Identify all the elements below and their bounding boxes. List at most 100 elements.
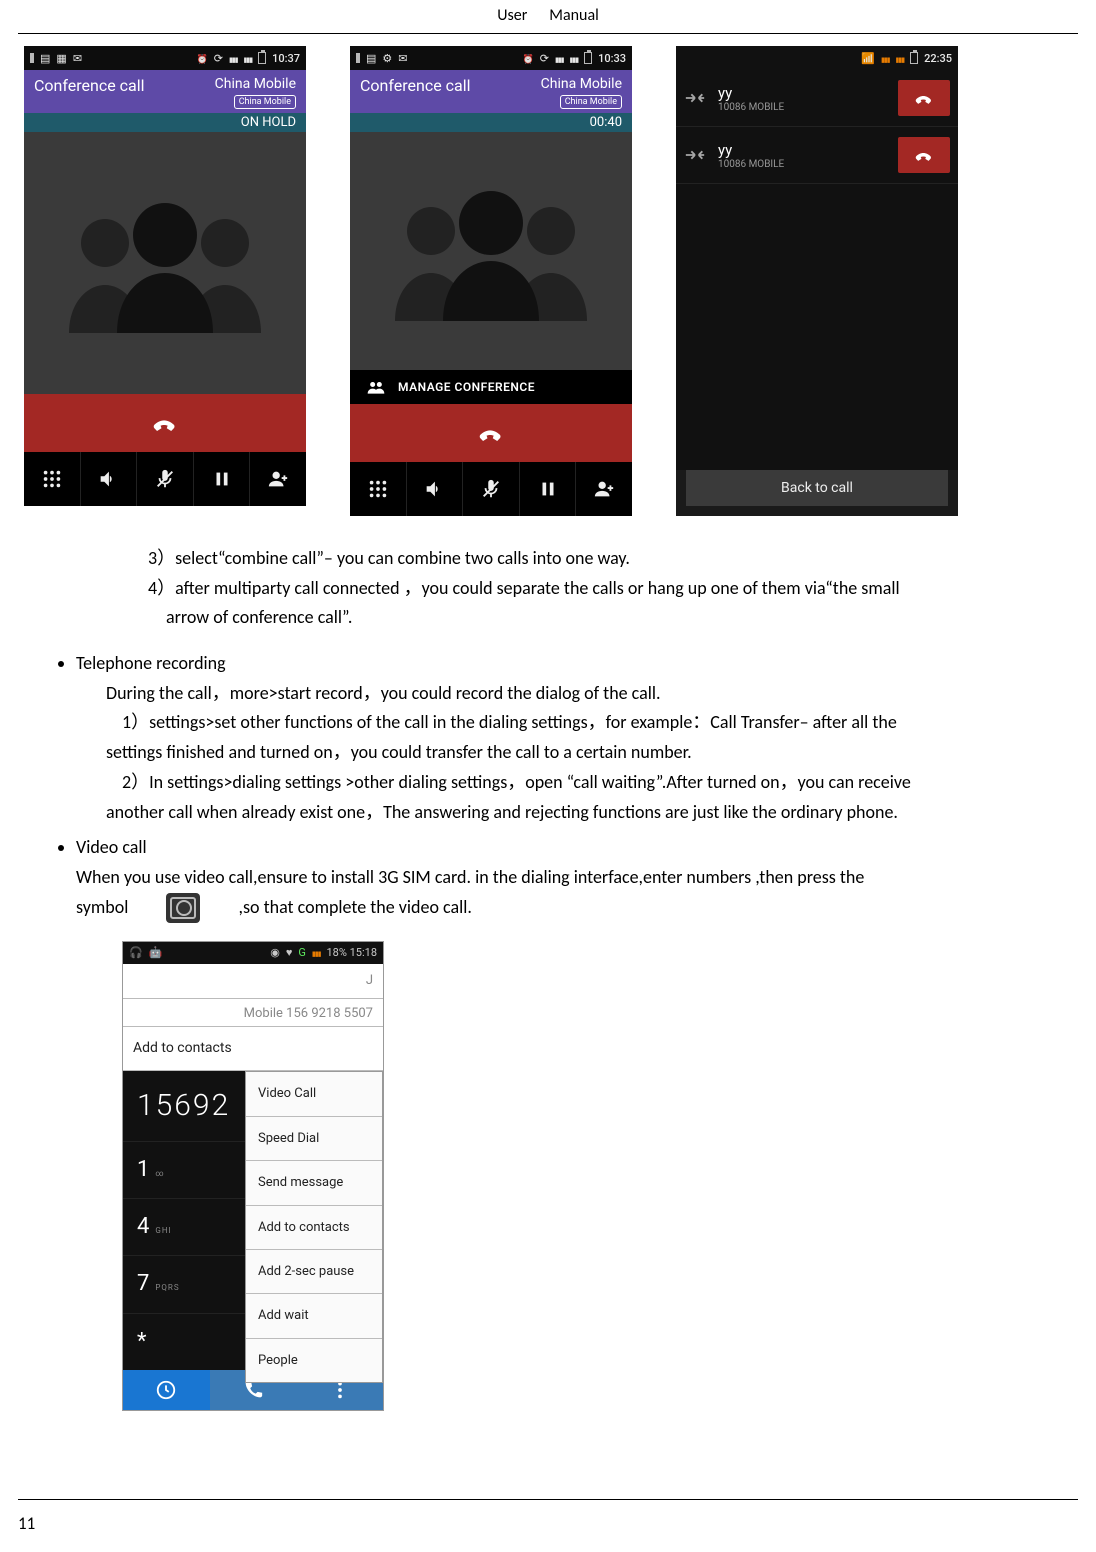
participant-row: yy 10086 MOBILE (676, 127, 958, 184)
recording-step-2-line-1: 2）In settings>dialing settings >other di… (122, 768, 1078, 798)
alarm-icon (523, 52, 534, 65)
group-silhouette-icon (45, 188, 285, 338)
step-4-text-line-2: arrow of conference call”. (166, 603, 1078, 633)
end-call-bar[interactable] (24, 394, 306, 452)
recording-paragraph-1: During the call，more>start record，you co… (106, 679, 1078, 709)
screenshot-conference-on-hold: ▤ ▦ ✉ 10:37 Conference call Chin (24, 46, 306, 506)
hangup-icon (913, 144, 935, 166)
wifi-icon: ♥ (286, 944, 293, 962)
bullet-telephone-recording: Telephone recording During the call，more… (76, 649, 1078, 827)
status-bar: ▤ ▦ ✉ 10:37 (24, 46, 306, 70)
dialpad-button[interactable] (350, 462, 407, 516)
recording-step-1-line-1: 1）settings>set other functions of the ca… (122, 708, 1078, 738)
signal-g-icon: G (298, 944, 306, 962)
split-call-icon[interactable] (684, 90, 706, 106)
recents-button[interactable] (123, 1370, 210, 1410)
carrier-label: China Mobile (215, 76, 296, 92)
menu-add-to-contacts[interactable]: Add to contacts (246, 1206, 382, 1250)
participant-name: yy (718, 84, 886, 102)
carrier-pill: China Mobile (560, 95, 622, 109)
screenshot-conference-active: ▤ ⚙ ✉ 10:33 Conference call Chin (350, 46, 632, 516)
status-bar: 📶 22:35 (676, 46, 958, 70)
participants-area (24, 132, 306, 394)
carrier-label: China Mobile (541, 76, 622, 92)
sync-icon (540, 52, 549, 65)
hangup-icon (476, 418, 506, 448)
signal-icon-2 (570, 52, 579, 65)
add-call-button[interactable] (576, 462, 632, 516)
status-bar: ▤ ⚙ ✉ 10:33 (350, 46, 632, 70)
clock: 22:35 (924, 52, 952, 65)
wifi-icon: 📶 (861, 52, 875, 65)
participant-number: 10086 MOBILE (718, 102, 886, 113)
dialer-overflow-menu: Video Call Speed Dial Send message Add t… (245, 1071, 383, 1383)
debug-icon: ⚙ (382, 52, 392, 65)
manage-conference-button[interactable]: MANAGE CONFERENCE (350, 370, 632, 404)
mute-button[interactable] (463, 462, 520, 516)
manage-conference-label: MANAGE CONFERENCE (398, 380, 535, 394)
speaker-button[interactable] (407, 462, 464, 516)
body-text: 3）select“combine call”– you can combine … (18, 544, 1078, 1411)
back-to-call-button[interactable]: Back to call (686, 470, 948, 506)
usb-icon (30, 53, 34, 63)
message-icon: ✉ (73, 52, 82, 65)
screenshot-manage-conference-list: 📶 22:35 yy 10086 MOBILE (676, 46, 958, 516)
call-header: Conference call China Mobile China Mobil… (350, 70, 632, 113)
message-icon: ✉ (398, 52, 407, 65)
split-call-icon[interactable] (684, 147, 706, 163)
group-silhouette-icon (371, 176, 611, 326)
video-call-symbol-prefix: symbol (76, 896, 128, 918)
header-rule (18, 33, 1078, 34)
dialpad-button[interactable] (24, 452, 81, 506)
participant-name: yy (718, 141, 886, 159)
menu-send-message[interactable]: Send message (246, 1161, 382, 1205)
participants-area (350, 132, 632, 370)
add-call-button[interactable] (250, 452, 306, 506)
hangup-icon (913, 87, 935, 109)
usb-icon (356, 53, 360, 63)
screenshots-row: ▤ ▦ ✉ 10:37 Conference call Chin (24, 46, 1078, 516)
call-timer-strip: 00:40 (350, 113, 632, 132)
manage-conference-icon (366, 380, 386, 394)
recording-step-2-line-2: another call when already exist one，The … (106, 798, 1078, 828)
signal-icon (555, 52, 564, 65)
participant-row: yy 10086 MOBILE (676, 70, 958, 127)
hold-button[interactable] (520, 462, 577, 516)
signal-icon-2 (244, 52, 253, 65)
mute-button[interactable] (137, 452, 194, 506)
speaker-button[interactable] (81, 452, 138, 506)
call-title: Conference call (360, 76, 471, 95)
hangup-participant-button[interactable] (898, 137, 950, 173)
battery-percent: 18% 15:18 (326, 944, 377, 962)
header-word-1: User (497, 6, 527, 25)
signal-icon-2 (896, 52, 905, 65)
menu-speed-dial[interactable]: Speed Dial (246, 1117, 382, 1161)
hangup-participant-button[interactable] (898, 80, 950, 116)
signal-icon (312, 944, 321, 962)
menu-video-call[interactable]: Video Call (246, 1072, 382, 1116)
menu-add-wait[interactable]: Add wait (246, 1294, 382, 1338)
step-4-text-line-1: 4）after multiparty call connected ，you c… (148, 574, 1078, 604)
clock: 10:37 (272, 52, 300, 65)
battery-icon (910, 52, 918, 64)
video-call-symbol-suffix: ,so that complete the video call. (238, 896, 471, 918)
menu-people[interactable]: People (246, 1339, 382, 1382)
alarm-icon (197, 52, 208, 65)
video-call-line-2: symbol ,so that complete the video call. (76, 893, 1078, 924)
video-call-heading: Video call (76, 836, 147, 858)
hold-button[interactable] (194, 452, 251, 506)
battery-icon (584, 52, 592, 64)
end-call-bar[interactable] (350, 404, 632, 462)
carrier-pill: China Mobile (234, 95, 296, 109)
menu-add-2sec-pause[interactable]: Add 2-sec pause (246, 1250, 382, 1294)
contact-number-field[interactable]: Mobile 156 9218 5507 (123, 999, 383, 1027)
signal-icon (881, 52, 890, 65)
sim-icon: ▤ (40, 52, 50, 65)
video-call-line-1: When you use video call,ensure to instal… (76, 863, 1078, 893)
hangup-icon (150, 408, 180, 438)
contact-name-field[interactable]: J (123, 964, 383, 998)
call-title: Conference call (34, 76, 145, 95)
page-number: 11 (18, 1513, 35, 1534)
step-3-text: 3）select“combine call”– you can combine … (148, 544, 1078, 574)
add-to-contacts-row[interactable]: Add to contacts (123, 1027, 383, 1071)
